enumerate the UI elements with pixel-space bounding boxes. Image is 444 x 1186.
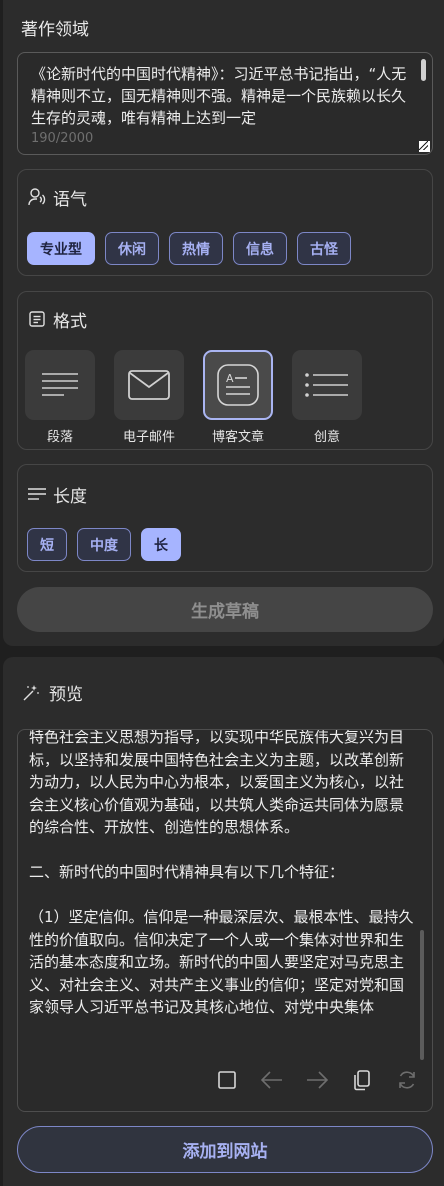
- preview-scrollbar[interactable]: [420, 930, 424, 1060]
- arrow-left-icon[interactable]: [259, 1067, 284, 1092]
- char-count: 190/2000: [31, 131, 94, 146]
- format-label-email: 电子邮件: [122, 430, 175, 445]
- format-label: 格式: [53, 311, 87, 332]
- preview-label: 预览: [49, 685, 83, 705]
- format-label-creative: 创意: [313, 430, 340, 445]
- preview-content: 特色社会主义思想为指导，以实现中华民族伟大复兴为目标，以坚持和发展中国特色社会主…: [17, 729, 433, 1112]
- preview-text: 特色社会主义思想为指导，以实现中华民族伟大复兴为目标，以坚持和发展中国特色社会主…: [29, 729, 414, 1016]
- magic-wand-icon: [21, 683, 41, 703]
- generate-draft-button[interactable]: 生成草稿: [17, 587, 433, 632]
- envelope-icon: [114, 350, 184, 420]
- tone-label: 语气: [53, 189, 87, 210]
- format-option-blog[interactable]: A 博客文章: [202, 350, 274, 445]
- regenerate-icon[interactable]: [394, 1067, 419, 1092]
- arrow-right-icon[interactable]: [304, 1067, 329, 1092]
- textarea-scrollbar[interactable]: [421, 59, 426, 81]
- format-card: 格式 段落 电子邮件 A 博客文章 创意: [17, 291, 433, 450]
- topic-text[interactable]: 《论新时代的中国时代精神》：习近平总书记指出，“人无精神则不立，国无精神则不强。…: [31, 63, 411, 129]
- preview-toolbar: [214, 1067, 419, 1092]
- length-options: 短 中度 长: [27, 528, 181, 561]
- length-card: 长度 短 中度 长: [17, 464, 433, 572]
- length-option-long[interactable]: 长: [141, 528, 181, 561]
- length-header: 长度: [27, 483, 87, 507]
- document-icon: [27, 309, 47, 329]
- resize-handle-icon[interactable]: [419, 141, 430, 152]
- add-to-website-button[interactable]: 添加到网站: [17, 1126, 433, 1173]
- length-option-short[interactable]: 短: [27, 528, 67, 561]
- tone-option-professional[interactable]: 专业型: [27, 232, 95, 265]
- svg-text:A: A: [226, 372, 234, 385]
- tone-option-enthusiastic[interactable]: 热情: [169, 232, 223, 265]
- paragraph-icon: [25, 350, 95, 420]
- topic-textarea[interactable]: 《论新时代的中国时代精神》：习近平总书记指出，“人无精神则不立，国无精神则不强。…: [17, 52, 433, 155]
- format-option-email[interactable]: 电子邮件: [113, 350, 185, 445]
- format-header: 格式: [27, 308, 87, 332]
- tone-card: 语气 专业型 休闲 热情 信息 古怪: [17, 169, 433, 276]
- stop-icon[interactable]: [214, 1067, 239, 1092]
- format-option-creative[interactable]: 创意: [291, 350, 363, 445]
- length-label: 长度: [53, 486, 87, 507]
- tone-option-informative[interactable]: 信息: [233, 232, 287, 265]
- format-option-paragraph[interactable]: 段落: [24, 350, 96, 445]
- tone-options: 专业型 休闲 热情 信息 古怪: [27, 232, 351, 265]
- lines-icon: [27, 484, 47, 504]
- preview-header: 预览: [21, 680, 83, 705]
- blog-post-icon: A: [203, 350, 273, 420]
- length-option-medium[interactable]: 中度: [77, 528, 131, 561]
- copy-icon[interactable]: [349, 1067, 374, 1092]
- tone-option-quirky[interactable]: 古怪: [297, 232, 351, 265]
- format-options: 段落 电子邮件 A 博客文章 创意: [24, 350, 363, 445]
- tone-header: 语气: [27, 186, 87, 210]
- format-label-paragraph: 段落: [46, 430, 73, 445]
- format-label-blog: 博客文章: [211, 430, 264, 445]
- topic-title: 著作领域: [21, 20, 89, 40]
- voice-icon: [27, 187, 47, 207]
- list-icon: [292, 350, 362, 420]
- tone-option-casual[interactable]: 休闲: [105, 232, 159, 265]
